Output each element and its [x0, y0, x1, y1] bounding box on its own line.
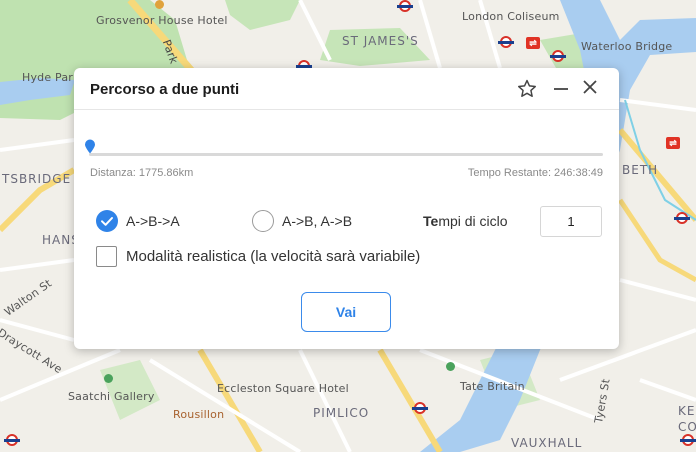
underground-icon	[550, 50, 566, 62]
map-label-coliseum: London Coliseum	[462, 10, 560, 23]
close-button[interactable]	[577, 74, 603, 100]
museum-pin-icon	[446, 362, 455, 371]
rail-icon: ⇌	[666, 137, 680, 149]
underground-icon	[397, 0, 413, 12]
distance-text: Distanza: 1775.86km	[90, 167, 194, 179]
cycle-times-label: Tempi di ciclo	[423, 213, 508, 229]
location-pin-icon	[85, 139, 95, 154]
close-icon	[583, 80, 597, 94]
rail-icon: ⇌	[526, 37, 540, 49]
underground-icon	[4, 434, 20, 446]
progress-slider-track[interactable]	[89, 153, 603, 156]
map-label-pimlico: PIMLICO	[313, 406, 370, 420]
radio-aba[interactable]	[96, 210, 118, 232]
option-abab-label[interactable]: A->B, A->B	[282, 213, 352, 229]
two-point-route-dialog: Percorso a due punti Distanza: 1775.86km…	[74, 68, 619, 349]
map-label-vauxhall: VAUXHALL	[511, 436, 583, 450]
radio-abab[interactable]	[252, 210, 274, 232]
map-label-tate: Tate Britain	[460, 380, 525, 393]
map-label-beth: BETH	[622, 163, 659, 177]
map-label-waterloo: Waterloo Bridge	[581, 40, 673, 53]
favorite-button[interactable]	[514, 76, 540, 102]
star-icon	[518, 79, 536, 97]
header-divider	[74, 109, 619, 110]
underground-icon	[680, 434, 696, 446]
option-aba-label[interactable]: A->B->A	[126, 213, 180, 229]
map-label-grosvenor: Grosvenor House Hotel	[96, 14, 228, 27]
realistic-mode-label[interactable]: Modalità realistica (la velocità sarà va…	[126, 248, 420, 265]
underground-icon	[498, 36, 514, 48]
underground-icon	[412, 402, 428, 414]
underground-icon	[674, 212, 690, 224]
progress-slider-thumb[interactable]	[84, 139, 96, 154]
map-label-hyde-park: Hyde Park	[22, 71, 80, 84]
map-label-co: CO	[678, 420, 696, 434]
remaining-time-text: Tempo Restante: 246:38:49	[467, 167, 603, 179]
map-label-kenning: KENNIN	[678, 404, 696, 418]
map-label-saatchi: Saatchi Gallery	[68, 390, 155, 403]
map-label-st-james: ST JAMES'S	[342, 34, 419, 48]
realistic-mode-checkbox[interactable]	[96, 246, 117, 267]
cycle-times-input[interactable]	[540, 206, 602, 237]
hotel-pin-icon	[155, 0, 164, 9]
minimize-icon	[554, 88, 568, 90]
map-label-rousillon: Rousillon	[173, 408, 225, 421]
go-button[interactable]: Vai	[301, 292, 391, 332]
checkmark-icon	[101, 217, 113, 226]
gallery-pin-icon	[104, 374, 113, 383]
minimize-button[interactable]	[548, 76, 574, 102]
dialog-title: Percorso a due punti	[90, 81, 240, 98]
map-label-eccleston: Eccleston Square Hotel	[217, 382, 349, 395]
map-label-knightsbridge: TSBRIDGE	[2, 172, 72, 186]
